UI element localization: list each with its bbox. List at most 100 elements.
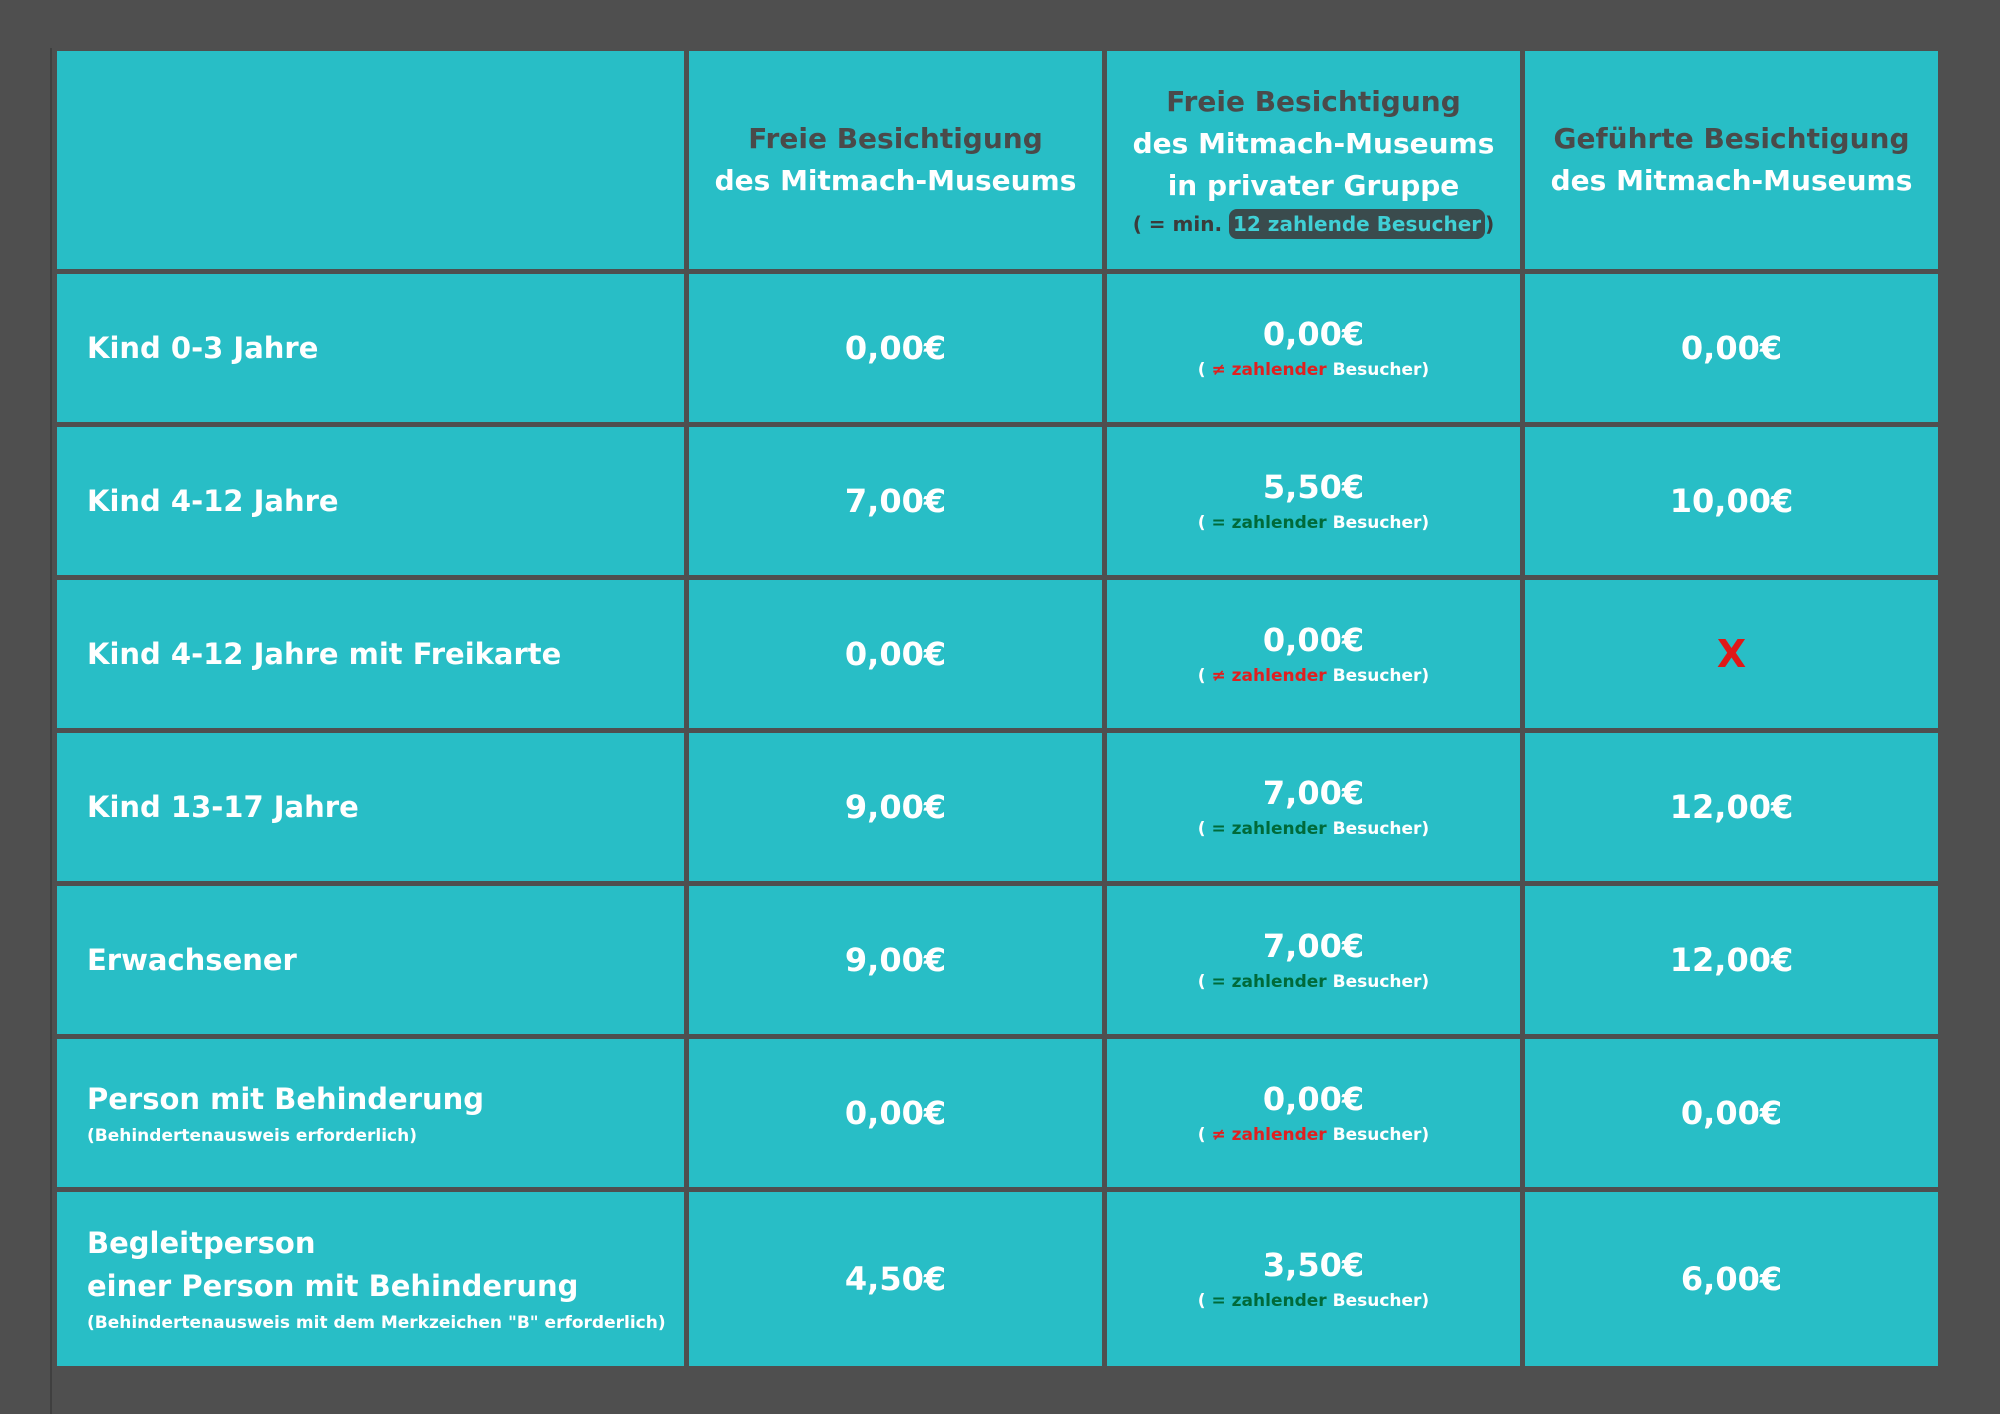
note-close: Besucher) [1332,360,1430,380]
price-free-visit: 0,00€ [689,580,1102,728]
row-label: Kind 4-12 Jahre [87,483,339,518]
price-guided-visit: 0,00€ [1525,274,1938,422]
note-close: Besucher) [1332,513,1430,533]
row-label-cell: Kind 4-12 Jahre [57,427,684,575]
note-open: ( [1197,1125,1206,1145]
price-value: 0,00€ [844,329,947,367]
price-free-visit: 7,00€ [689,427,1102,575]
visitor-note: ( = zahlender Besucher) [1107,511,1520,535]
price-value: 0,00€ [1680,329,1783,367]
visitor-note: ( = zahlender Besucher) [1107,1289,1520,1313]
price-free-visit: 0,00€ [689,1039,1102,1187]
note-close: Besucher) [1332,1125,1430,1145]
price-value: 0,00€ [1262,621,1365,659]
price-free-visit: 4,50€ [689,1192,1102,1366]
header-guided-visit-line1: Geführte Besichtigung [1553,122,1910,155]
row-label-line2: einer Person mit Behinderung [87,1269,579,1303]
visitor-note: ( = zahlender Besucher) [1107,970,1520,994]
header-note-pill: 12 zahlende Besucher [1229,209,1486,239]
visitor-note: ( ≠ zahlender Besucher) [1107,664,1520,688]
not-available-x-mark: X [1716,632,1747,676]
note-mark-non-paying: ≠ zahlender [1211,360,1327,380]
price-value: 3,50€ [1262,1246,1365,1284]
row-label-cell: Kind 13-17 Jahre [57,733,684,881]
note-open: ( [1197,819,1206,839]
price-private-group: 7,00€ ( = zahlender Besucher) [1107,733,1520,881]
note-mark-non-paying: ≠ zahlender [1211,1125,1327,1145]
table-header-row: Freie Besichtigung des Mitmach-Museums F… [57,51,1938,269]
row-label-cell: Begleitperson einer Person mit Behinderu… [57,1192,684,1366]
price-value: 5,50€ [1262,468,1365,506]
price-private-group: 0,00€ ( ≠ zahlender Besucher) [1107,1039,1520,1187]
price-free-visit: 9,00€ [689,886,1102,1034]
table-row: Kind 0-3 Jahre 0,00€ 0,00€ ( ≠ zahlender… [57,274,1938,422]
price-private-group: 0,00€ ( ≠ zahlender Besucher) [1107,580,1520,728]
header-note-prefix: ( = min. [1132,212,1223,236]
note-mark-paying: = zahlender [1211,819,1327,839]
note-close: Besucher) [1332,666,1430,686]
row-label-cell: Kind 0-3 Jahre [57,274,684,422]
price-free-visit: 0,00€ [689,274,1102,422]
price-value: 7,00€ [1262,774,1365,812]
header-private-group: Freie Besichtigung des Mitmach-Museums i… [1107,51,1520,269]
price-guided-visit: 12,00€ [1525,733,1938,881]
price-value: 9,00€ [844,788,947,826]
header-free-visit: Freie Besichtigung des Mitmach-Museums [689,51,1102,269]
row-label-cell: Kind 4-12 Jahre mit Freikarte [57,580,684,728]
price-guided-visit: 10,00€ [1525,427,1938,575]
table-row: Kind 13-17 Jahre 9,00€ 7,00€ ( = zahlend… [57,733,1938,881]
row-label-cell: Erwachsener [57,886,684,1034]
price-value: 0,00€ [1262,315,1365,353]
header-note-suffix: ) [1485,212,1495,236]
note-mark-paying: = zahlender [1211,1291,1327,1311]
note-mark-non-paying: ≠ zahlender [1211,666,1327,686]
note-open: ( [1197,360,1206,380]
price-value: 9,00€ [844,941,947,979]
price-value: 12,00€ [1669,941,1794,979]
price-guided-visit: X [1525,580,1938,728]
table-row: Kind 4-12 Jahre 7,00€ 5,50€ ( = zahlende… [57,427,1938,575]
price-guided-visit: 0,00€ [1525,1039,1938,1187]
price-private-group: 5,50€ ( = zahlender Besucher) [1107,427,1520,575]
price-value: 0,00€ [1680,1094,1783,1132]
price-free-visit: 9,00€ [689,733,1102,881]
row-label: Person mit Behinderung [87,1081,485,1116]
note-close: Besucher) [1332,972,1430,992]
row-label: Begleitperson [87,1226,316,1260]
price-private-group: 3,50€ ( = zahlender Besucher) [1107,1192,1520,1366]
row-label: Kind 0-3 Jahre [87,330,319,365]
header-free-visit-line2: des Mitmach-Museums [714,164,1077,197]
row-label: Kind 4-12 Jahre mit Freikarte [87,636,562,671]
note-close: Besucher) [1332,819,1430,839]
price-private-group: 0,00€ ( ≠ zahlender Besucher) [1107,274,1520,422]
header-private-group-line1: Freie Besichtigung [1166,85,1461,118]
table-row: Erwachsener 9,00€ 7,00€ ( = zahlender Be… [57,886,1938,1034]
header-empty-cell [57,51,684,269]
price-guided-visit: 12,00€ [1525,886,1938,1034]
header-guided-visit-line2: des Mitmach-Museums [1550,164,1913,197]
note-close: Besucher) [1332,1291,1430,1311]
row-label: Erwachsener [87,942,297,977]
row-label: Kind 13-17 Jahre [87,789,359,824]
visitor-note: ( = zahlender Besucher) [1107,817,1520,841]
note-open: ( [1197,972,1206,992]
header-private-group-line2: des Mitmach-Museums [1132,127,1495,160]
price-value: 0,00€ [1262,1080,1365,1118]
table-row: Person mit Behinderung (Behindertenauswe… [57,1039,1938,1187]
note-open: ( [1197,1291,1206,1311]
price-value: 0,00€ [844,1094,947,1132]
price-value: 12,00€ [1669,788,1794,826]
row-label-requirement: (Behindertenausweis mit dem Merkzeichen … [87,1313,666,1333]
row-label-cell: Person mit Behinderung (Behindertenauswe… [57,1039,684,1187]
price-table: Freie Besichtigung des Mitmach-Museums F… [52,46,1943,1371]
note-open: ( [1197,513,1206,533]
note-open: ( [1197,666,1206,686]
visitor-note: ( ≠ zahlender Besucher) [1107,1123,1520,1147]
note-mark-paying: = zahlender [1211,972,1327,992]
table-row: Kind 4-12 Jahre mit Freikarte 0,00€ 0,00… [57,580,1938,728]
price-value: 6,00€ [1680,1260,1783,1298]
header-guided-visit: Geführte Besichtigung des Mitmach-Museum… [1525,51,1938,269]
header-free-visit-line1: Freie Besichtigung [748,122,1043,155]
price-private-group: 7,00€ ( = zahlender Besucher) [1107,886,1520,1034]
price-guided-visit: 6,00€ [1525,1192,1938,1366]
